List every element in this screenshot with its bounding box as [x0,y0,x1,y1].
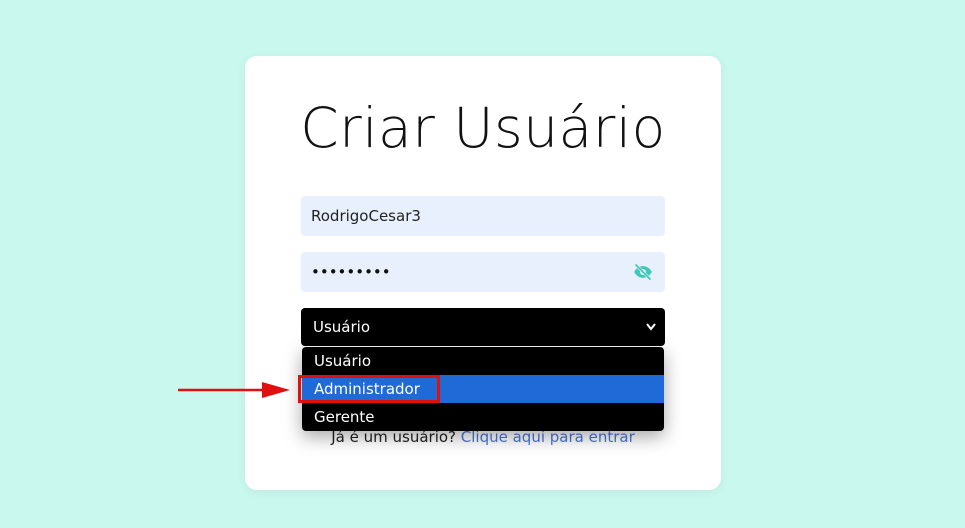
eye-slash-icon[interactable] [633,262,653,282]
password-value: ••••••••• [311,263,391,281]
password-field[interactable]: ••••••••• [301,252,665,292]
role-dropdown-list: Usuário Administrador Gerente [302,347,664,431]
role-select-value: Usuário [313,318,371,336]
role-option-administrador[interactable]: Administrador [302,375,664,403]
role-option-gerente[interactable]: Gerente [302,403,664,431]
page-title: Criar Usuário [300,96,666,160]
chevron-down-icon [645,308,657,346]
role-option-usuario[interactable]: Usuário [302,347,664,375]
role-select[interactable]: Usuário [301,308,665,346]
annotation-arrow-icon [178,382,290,398]
username-input[interactable] [301,196,665,236]
